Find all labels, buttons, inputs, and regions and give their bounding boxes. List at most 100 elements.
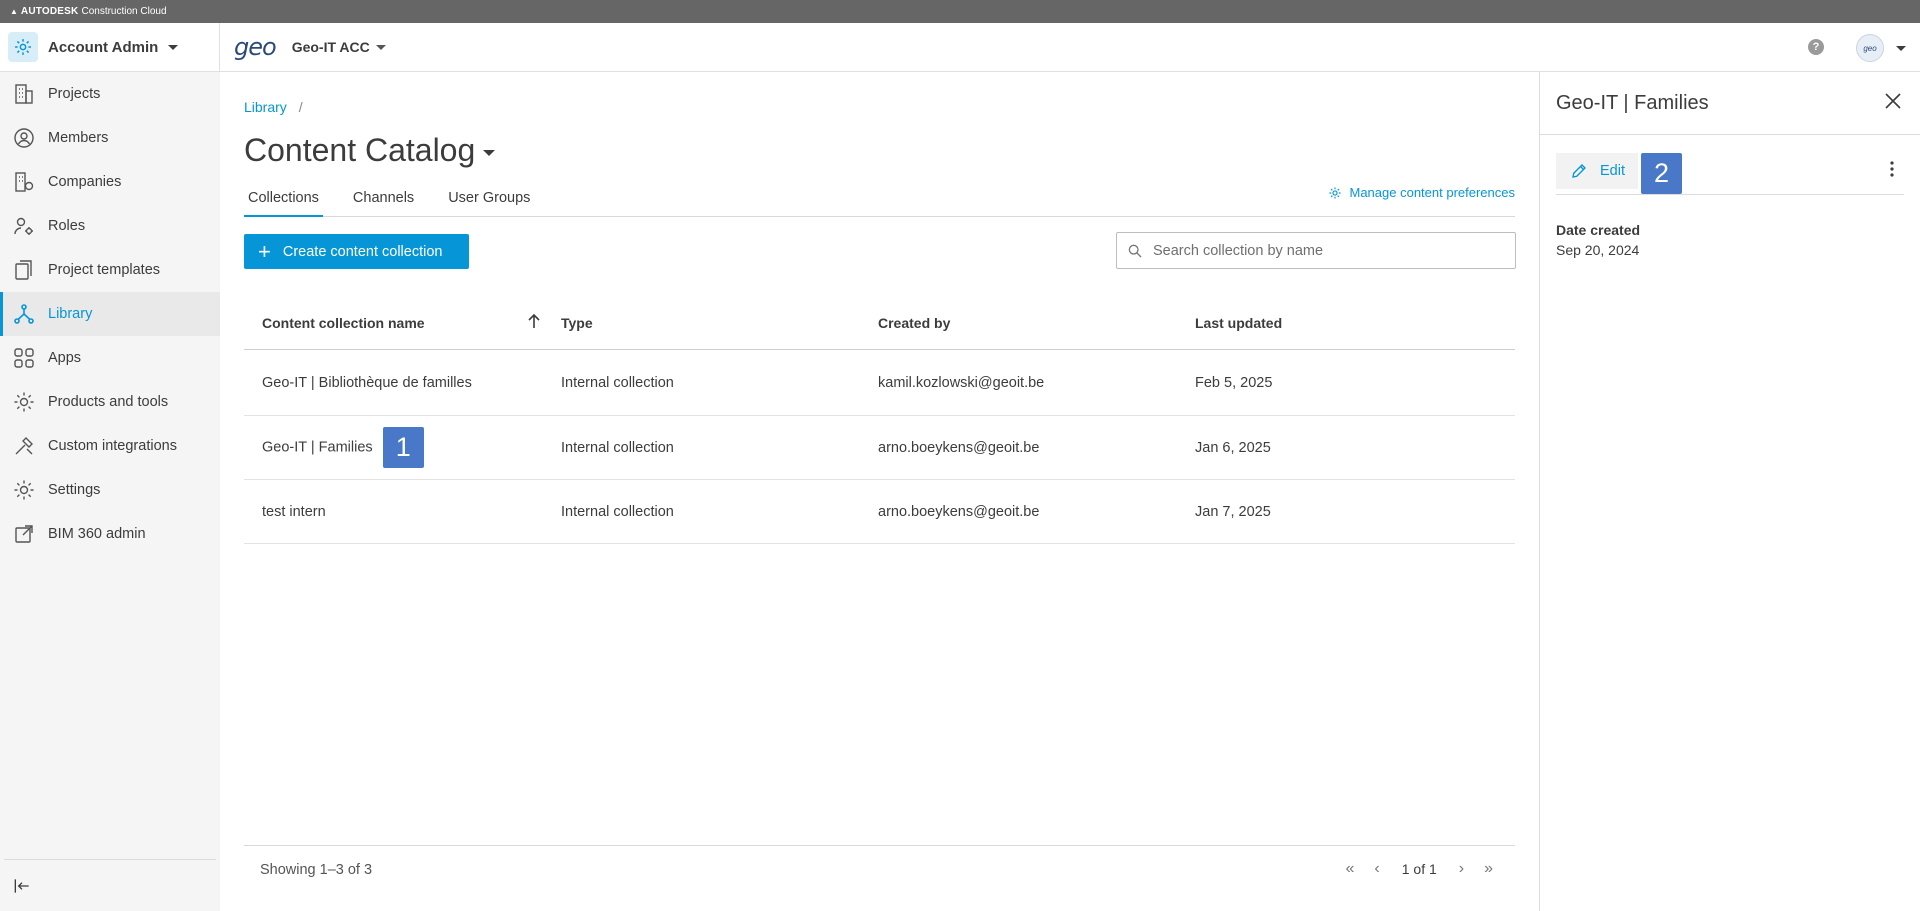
project-switcher[interactable]: geo Geo-IT ACC <box>234 33 386 61</box>
building-icon <box>15 84 33 104</box>
sidebar-item-bim360-admin[interactable]: BIM 360 admin <box>0 512 220 556</box>
tab-user-groups[interactable]: User Groups <box>444 189 534 217</box>
autodesk-top-bar: ▲ AUTODESK Construction Cloud <box>0 0 1920 23</box>
create-content-collection-label: Create content collection <box>282 243 443 260</box>
breadcrumb-separator: / <box>298 99 303 115</box>
column-header-label: Content collection name <box>262 314 425 331</box>
account-admin-label: Account Admin <box>48 38 159 56</box>
collections-table: Content collection name Type Created by … <box>244 296 1515 544</box>
autodesk-logo-icon: ▲ <box>10 7 18 16</box>
sort-ascending-icon[interactable] <box>527 313 541 329</box>
collection-last-updated: Jan 6, 2025 <box>1195 439 1271 456</box>
account-switcher[interactable]: Account Admin <box>0 23 220 71</box>
sidebar-item-label: Roles <box>48 218 86 234</box>
gear-icon <box>1328 186 1341 199</box>
date-created-value: Sep 20, 2024 <box>1556 242 1640 258</box>
collection-name[interactable]: Geo-IT | Families <box>262 439 373 455</box>
sidebar-item-label: Library <box>48 306 93 322</box>
collapse-left-icon <box>14 878 29 893</box>
search-icon <box>1128 244 1142 257</box>
chevron-down-icon <box>483 149 496 156</box>
app-header: Account Admin geo Geo-IT ACC ? geo <box>0 23 1920 72</box>
collection-created-by: arno.boeykens@geoit.be <box>878 503 1040 520</box>
chevron-down-icon <box>375 44 386 50</box>
annotation-marker-1: 1 <box>382 427 424 468</box>
sidebar-item-label: Members <box>48 130 109 146</box>
edit-button[interactable]: Edit <box>1556 153 1638 189</box>
collection-type: Internal collection <box>561 439 674 456</box>
page-indicator: 1 of 1 <box>1401 861 1437 877</box>
tab-bar: Collections Channels User Groups <box>244 189 1515 217</box>
page-title: Content Catalog <box>244 132 476 168</box>
tab-collections[interactable]: Collections <box>244 189 323 217</box>
person-gear-icon <box>14 217 33 235</box>
next-page-icon[interactable]: › <box>1459 860 1464 878</box>
sidebar-item-companies[interactable]: Companies <box>0 160 220 204</box>
sidebar-item-label: Project templates <box>48 262 161 278</box>
sidebar-item-custom-integrations[interactable]: Custom integrations <box>0 424 220 468</box>
search-collection-field[interactable] <box>1116 232 1516 269</box>
close-icon[interactable] <box>1884 92 1902 110</box>
plus-icon: + <box>258 238 271 264</box>
template-icon <box>15 260 32 280</box>
page-title-dropdown[interactable]: Content Catalog <box>244 132 496 169</box>
project-name: Geo-IT ACC <box>291 39 370 55</box>
collection-name[interactable]: Geo-IT | Bibliothèque de familles <box>244 375 561 391</box>
sidebar-item-members[interactable]: Members <box>0 116 220 160</box>
product-name: Construction Cloud <box>81 6 167 17</box>
table-row[interactable]: test intern Internal collection arno.boe… <box>244 480 1515 544</box>
previous-page-icon[interactable]: ‹ <box>1374 860 1379 878</box>
first-page-icon[interactable]: « <box>1346 860 1355 878</box>
avatar[interactable]: geo <box>1856 34 1884 62</box>
sidebar-item-roles[interactable]: Roles <box>0 204 220 248</box>
column-header-last-updated[interactable]: Last updated <box>1195 315 1515 331</box>
sidebar-item-settings[interactable]: Settings <box>0 468 220 512</box>
sidebar-item-label: Apps <box>48 350 82 366</box>
manage-content-preferences-label: Manage content preferences <box>1349 185 1516 200</box>
sidebar-item-products-and-tools[interactable]: Products and tools <box>0 380 220 424</box>
collection-type: Internal collection <box>561 374 674 391</box>
library-icon <box>14 304 34 324</box>
pencil-icon <box>1572 164 1586 178</box>
search-input[interactable] <box>1153 242 1493 259</box>
collection-last-updated: Jan 7, 2025 <box>1195 503 1271 520</box>
collection-name-cell[interactable]: Geo-IT | Families 1 <box>244 427 561 468</box>
sidebar-item-library[interactable]: Library <box>0 292 220 336</box>
last-page-icon[interactable]: » <box>1484 860 1493 878</box>
manage-content-preferences-link[interactable]: Manage content preferences <box>1328 185 1516 200</box>
sidebar-item-label: BIM 360 admin <box>48 526 146 542</box>
sidebar-item-label: Projects <box>48 86 101 102</box>
company-logo: geo <box>234 33 277 61</box>
annotation-marker-2: 2 <box>1641 153 1682 194</box>
table-row[interactable]: Geo-IT | Bibliothèque de familles Intern… <box>244 350 1515 416</box>
gear-icon <box>14 392 34 412</box>
pagination-bar: Showing 1–3 of 3 « ‹ 1 of 1 › » <box>244 845 1515 893</box>
collapse-sidebar-button[interactable] <box>4 859 216 911</box>
column-header-type[interactable]: Type <box>561 315 878 331</box>
divider <box>1540 134 1920 135</box>
sidebar-item-apps[interactable]: Apps <box>0 336 220 380</box>
more-options-icon[interactable] <box>1890 161 1894 177</box>
collection-name[interactable]: test intern <box>244 504 561 520</box>
breadcrumb-library-link[interactable]: Library <box>244 99 287 115</box>
column-header-created-by[interactable]: Created by <box>878 315 1195 331</box>
collection-type: Internal collection <box>561 503 674 520</box>
main-content: Library / Content Catalog Collections Ch… <box>220 72 1539 911</box>
panel-title: Geo-IT | Families <box>1556 92 1709 114</box>
collection-created-by: arno.boeykens@geoit.be <box>878 439 1040 456</box>
chevron-down-icon <box>168 44 179 50</box>
column-header-name[interactable]: Content collection name <box>244 313 561 331</box>
sidebar-item-label: Custom integrations <box>48 438 177 454</box>
create-content-collection-button[interactable]: + Create content collection <box>244 234 469 269</box>
sidebar-item-project-templates[interactable]: Project templates <box>0 248 220 292</box>
table-header: Content collection name Type Created by … <box>244 296 1515 350</box>
sidebar-item-projects[interactable]: Projects <box>0 72 220 116</box>
tab-channels[interactable]: Channels <box>349 189 418 217</box>
table-row[interactable]: Geo-IT | Families 1 Internal collection … <box>244 416 1515 480</box>
help-icon[interactable]: ? <box>1808 39 1824 55</box>
collection-created-by: kamil.kozlowski@geoit.be <box>878 374 1045 391</box>
sidebar: Projects Members Companies Roles Project… <box>0 72 220 911</box>
details-panel: Geo-IT | Families Edit 2 Date created Se… <box>1539 72 1920 911</box>
avatar-chevron-down-icon[interactable] <box>1896 46 1906 51</box>
divider <box>1556 194 1904 195</box>
